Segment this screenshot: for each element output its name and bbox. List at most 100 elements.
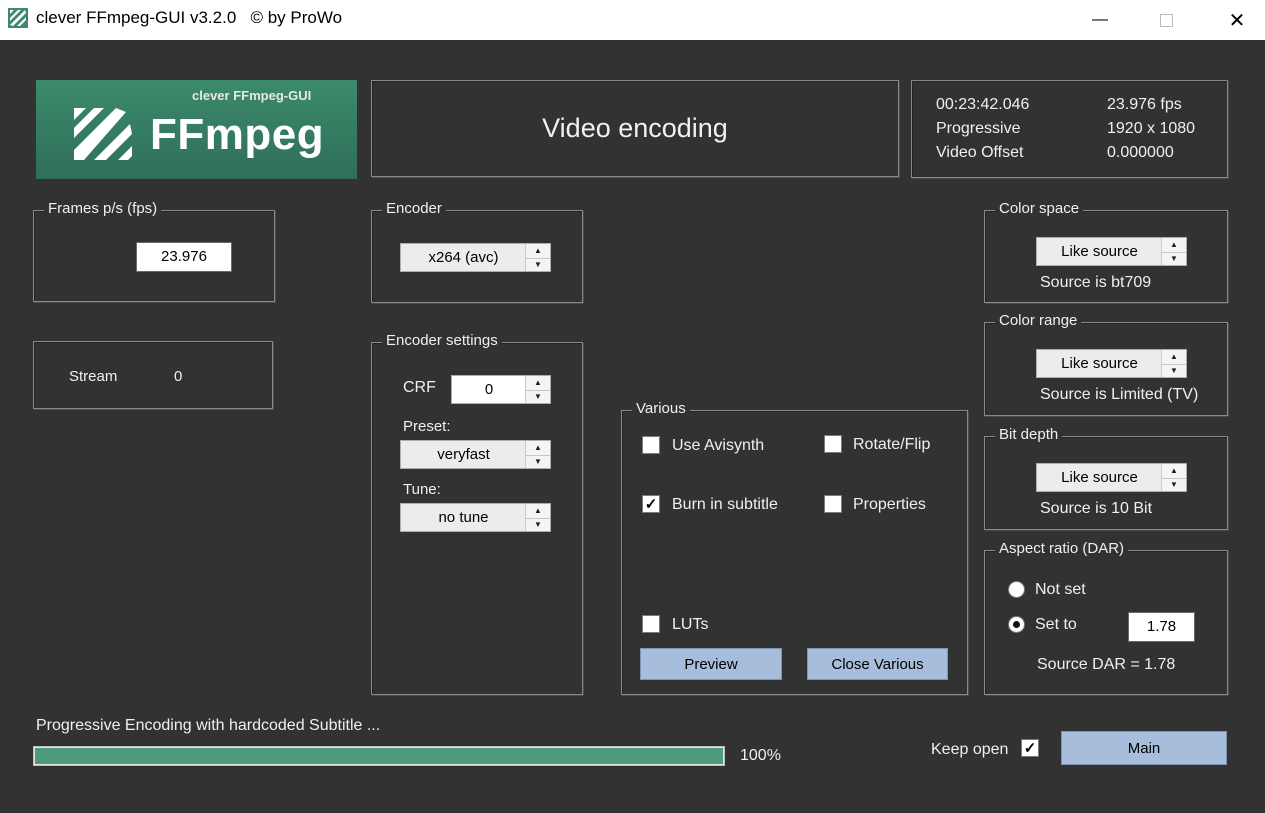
stream-panel: Stream 0 xyxy=(33,341,273,409)
aspect-ratio-group: Aspect ratio (DAR) Not set Set to 1.78 S… xyxy=(984,540,1228,695)
spin-up-icon[interactable]: ▲ xyxy=(526,504,550,519)
window-title: clever FFmpeg-GUI v3.2.0 © by ProWo xyxy=(36,8,343,27)
spin-up-icon[interactable]: ▲ xyxy=(526,376,550,391)
tune-value: no tune xyxy=(438,509,489,526)
close-button[interactable]: ✕ xyxy=(1214,0,1260,40)
scan-type: Progressive xyxy=(936,120,1021,137)
preset-value: veryfast xyxy=(437,446,490,463)
spin-up-icon[interactable]: ▲ xyxy=(1162,238,1186,253)
encoder-select[interactable]: x264 (avc) ▲ ▼ xyxy=(400,243,551,272)
spin-up-icon[interactable]: ▲ xyxy=(1162,350,1186,365)
minimize-icon: — xyxy=(1092,11,1108,28)
bit-depth-group: Bit depth Like source ▲ ▼ Source is 10 Bi… xyxy=(984,426,1228,530)
bit-depth-note: Source is 10 Bit xyxy=(1040,500,1153,517)
color-space-value: Like source xyxy=(1061,243,1138,260)
stream-label: Stream xyxy=(69,368,118,385)
color-range-group: Color range Like source ▲ ▼ Source is Lim… xyxy=(984,312,1228,416)
color-space-legend: Color space xyxy=(995,200,1084,217)
use-avisynth-checkbox[interactable] xyxy=(642,436,660,454)
encoder-group: Encoder x264 (avc) ▲ ▼ xyxy=(371,200,583,303)
tune-label: Tune: xyxy=(403,481,441,498)
preset-select[interactable]: veryfast ▲ ▼ xyxy=(400,440,551,469)
spin-up-icon[interactable]: ▲ xyxy=(526,244,550,259)
spin-down-icon[interactable]: ▼ xyxy=(1162,252,1186,266)
spin-down-icon[interactable]: ▼ xyxy=(526,455,550,469)
fps-input[interactable]: 23.976 xyxy=(136,242,232,272)
logo-tagline: clever FFmpeg-GUI xyxy=(192,88,312,103)
title-bar: clever FFmpeg-GUI v3.2.0 © by ProWo — ✕ xyxy=(0,0,1265,40)
encoder-value: x264 (avc) xyxy=(428,249,499,266)
various-legend: Various xyxy=(632,400,690,417)
spin-up-icon[interactable]: ▲ xyxy=(1162,464,1186,479)
color-range-note: Source is Limited (TV) xyxy=(1040,386,1199,403)
luts-label: LUTs xyxy=(672,616,709,633)
frames-group: Frames p/s (fps) 23.976 xyxy=(33,200,275,302)
luts-checkbox[interactable] xyxy=(642,615,660,633)
source-dar-label: Source DAR = 1.78 xyxy=(1037,656,1176,673)
burn-subtitle-checkbox[interactable]: ✓ xyxy=(642,495,660,513)
keep-open-label: Keep open xyxy=(931,741,1009,758)
spin-down-icon[interactable]: ▼ xyxy=(1162,364,1186,378)
rotate-flip-checkbox[interactable] xyxy=(824,435,842,453)
bit-depth-value: Like source xyxy=(1061,469,1138,486)
properties-checkbox[interactable] xyxy=(824,495,842,513)
spin-down-icon[interactable]: ▼ xyxy=(1162,478,1186,492)
stream-value: 0 xyxy=(174,368,183,385)
ffmpeg-logo-icon xyxy=(74,108,132,160)
spin-down-icon[interactable]: ▼ xyxy=(526,390,550,404)
resolution-value: 1920 x 1080 xyxy=(1107,120,1196,137)
close-various-button[interactable]: Close Various xyxy=(807,648,948,680)
spin-up-icon[interactable]: ▲ xyxy=(526,441,550,456)
aspect-ratio-legend: Aspect ratio (DAR) xyxy=(995,540,1129,557)
logo-name: FFmpeg xyxy=(150,110,325,159)
fps-value: 23.976 fps xyxy=(1107,96,1182,113)
crf-value: 0 xyxy=(484,381,494,398)
color-range-value: Like source xyxy=(1061,355,1138,372)
duration-value: 00:23:42.046 xyxy=(936,96,1030,113)
preview-button[interactable]: Preview xyxy=(640,648,782,680)
not-set-label: Not set xyxy=(1035,581,1086,598)
set-to-label: Set to xyxy=(1035,616,1077,633)
maximize-icon xyxy=(1159,13,1173,27)
color-range-legend: Color range xyxy=(995,312,1082,329)
maximize-button[interactable] xyxy=(1143,0,1189,40)
encoder-settings-legend: Encoder settings xyxy=(382,332,502,349)
encoder-legend: Encoder xyxy=(382,200,446,217)
page-title: Video encoding xyxy=(542,113,728,143)
crf-label: CRF xyxy=(403,379,436,396)
rotate-flip-label: Rotate/Flip xyxy=(853,436,931,453)
progress-bar xyxy=(33,746,725,766)
set-to-radio[interactable] xyxy=(1008,616,1025,633)
bit-depth-select[interactable]: Like source ▲ ▼ xyxy=(1036,463,1187,492)
progress-percent: 100% xyxy=(740,747,781,764)
use-avisynth-label: Use Avisynth xyxy=(672,437,765,454)
burn-subtitle-label: Burn in subtitle xyxy=(672,496,778,513)
keep-open-checkbox[interactable]: ✓ xyxy=(1021,739,1039,757)
color-space-note: Source is bt709 xyxy=(1040,274,1152,291)
color-space-group: Color space Like source ▲ ▼ Source is bt7… xyxy=(984,200,1228,303)
minimize-button[interactable]: — xyxy=(1077,0,1123,40)
aspect-ratio-input[interactable]: 1.78 xyxy=(1128,612,1195,642)
app-icon xyxy=(8,8,28,28)
progress-fill xyxy=(35,748,723,764)
close-icon: ✕ xyxy=(1228,9,1246,32)
main-button[interactable]: Main xyxy=(1061,731,1227,765)
video-offset-value: 0.000000 xyxy=(1107,144,1174,161)
color-range-select[interactable]: Like source ▲ ▼ xyxy=(1036,349,1187,378)
video-offset-label: Video Offset xyxy=(936,144,1024,161)
encoder-settings-group: Encoder settings CRF 0 ▲ ▼ Preset: veryfa… xyxy=(371,332,583,695)
crf-stepper[interactable]: 0 ▲ ▼ xyxy=(451,375,551,404)
spin-down-icon[interactable]: ▼ xyxy=(526,258,550,272)
various-group: Various Use Avisynth Rotate/Flip ✓ Burn … xyxy=(621,400,968,695)
video-info-panel: 00:23:42.046 23.976 fps Progressive 1920… xyxy=(911,80,1228,178)
color-space-select[interactable]: Like source ▲ ▼ xyxy=(1036,237,1187,266)
preset-label: Preset: xyxy=(403,418,451,435)
header-panel: Video encoding xyxy=(371,80,899,177)
tune-select[interactable]: no tune ▲ ▼ xyxy=(400,503,551,532)
frames-legend: Frames p/s (fps) xyxy=(44,200,162,217)
properties-label: Properties xyxy=(853,496,926,513)
spin-down-icon[interactable]: ▼ xyxy=(526,518,550,532)
bit-depth-legend: Bit depth xyxy=(995,426,1063,443)
not-set-radio[interactable] xyxy=(1008,581,1025,598)
ffmpeg-logo: clever FFmpeg-GUI FFmpeg xyxy=(36,80,357,179)
